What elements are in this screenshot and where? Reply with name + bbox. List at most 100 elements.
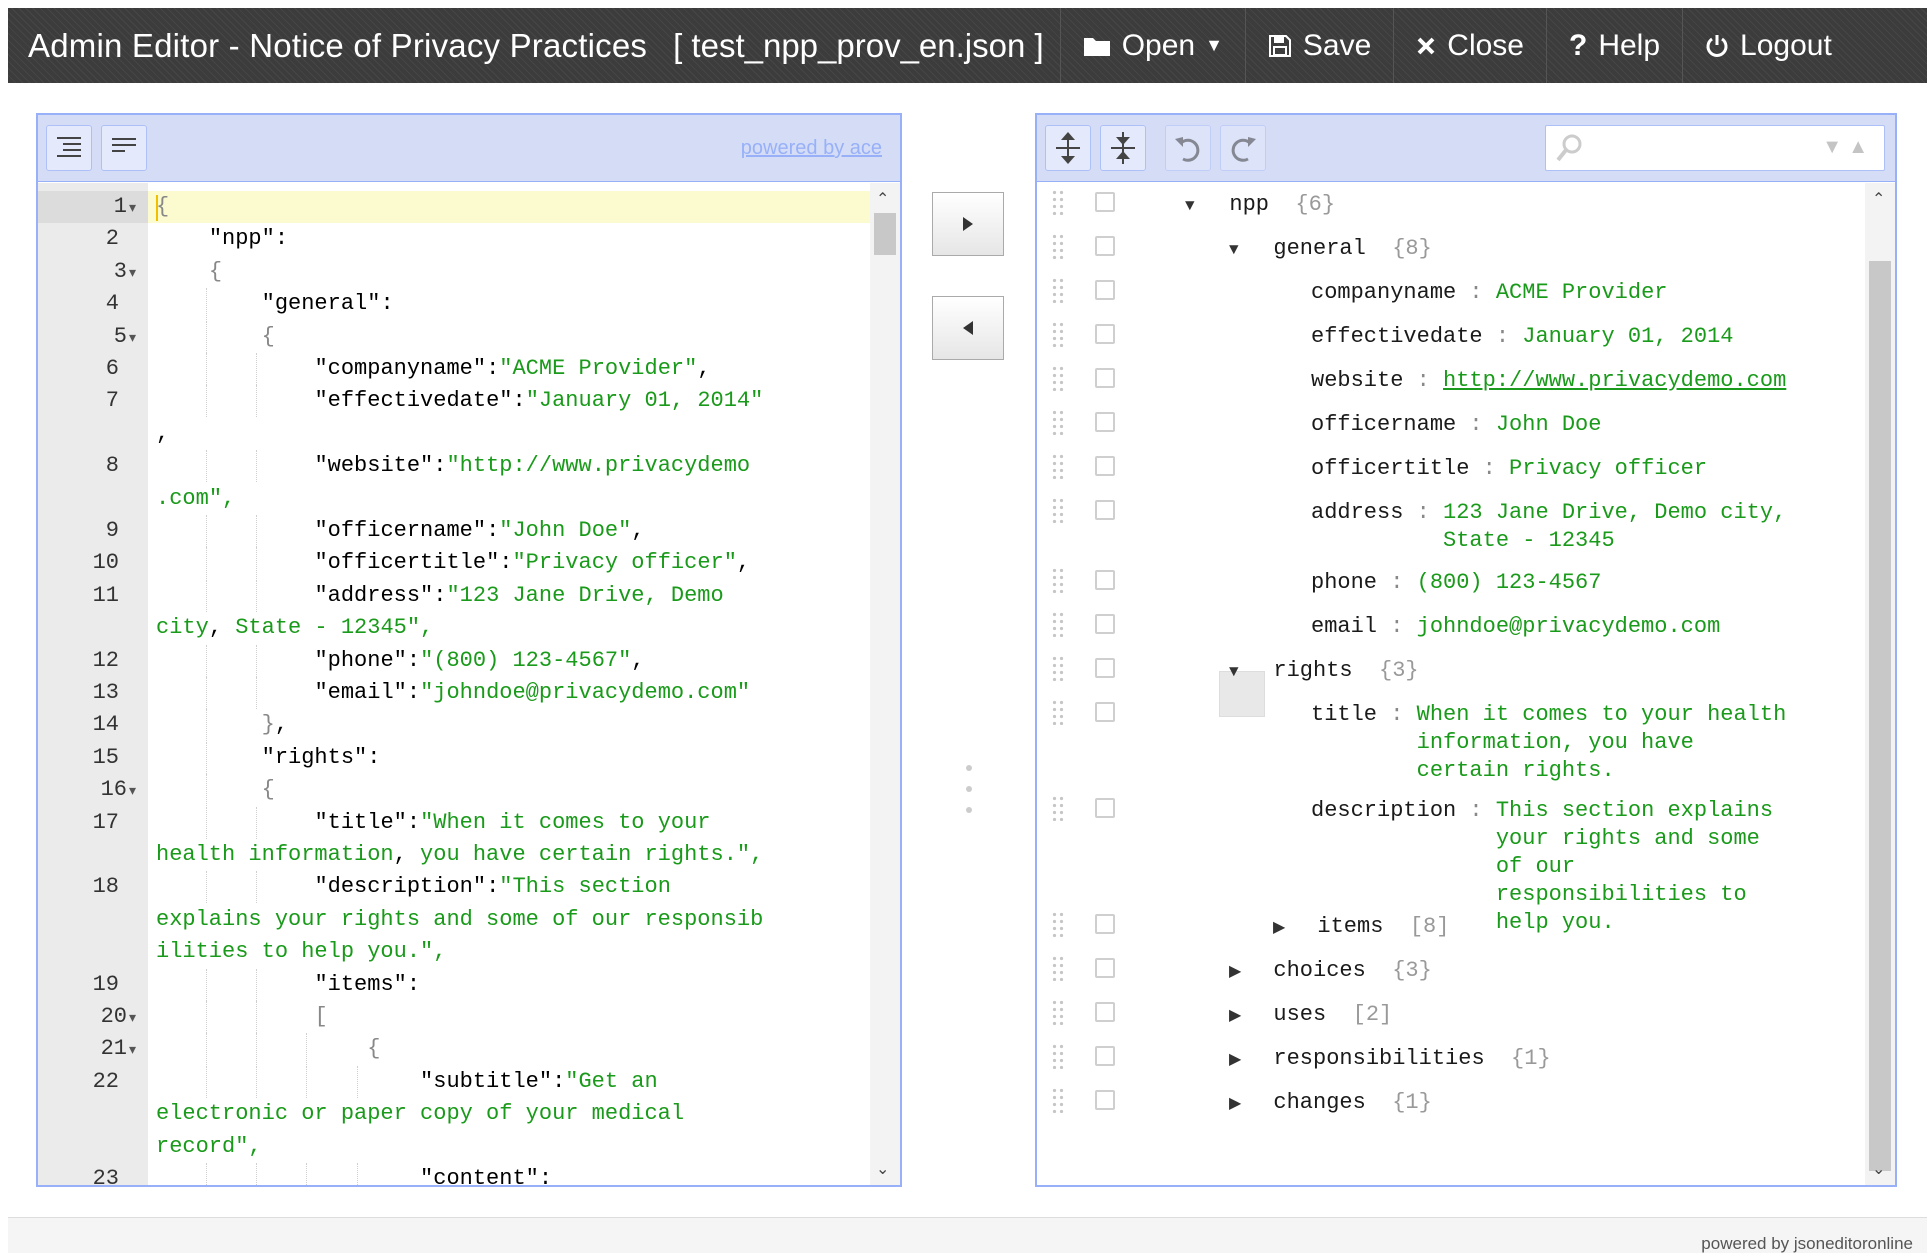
code-line[interactable]: explains your rights and some of our res… bbox=[148, 904, 870, 936]
field-key[interactable]: address bbox=[1311, 500, 1403, 525]
code-line[interactable]: "email":"johndoe@privacydemo.com" bbox=[148, 677, 870, 709]
tree-node-changes[interactable]: ▶ changes {1} bbox=[1037, 1083, 1865, 1123]
drag-handle-icon[interactable] bbox=[1051, 453, 1065, 479]
context-menu-icon[interactable] bbox=[1095, 236, 1115, 256]
context-menu-icon[interactable] bbox=[1095, 658, 1115, 678]
tree-scrollbar[interactable]: ⌃ ⌄ bbox=[1865, 183, 1895, 1185]
code-area[interactable]: 1 ▾ 2 3 ▾ 4 5 ▾ 6 7 8 9 10 11 12 13 14 15 16 ▾ 17 18 19 20 ▾ 21 ▾ 2… bbox=[38, 183, 900, 1185]
drag-handle-icon[interactable] bbox=[1051, 911, 1065, 937]
panel-splitter[interactable] bbox=[966, 765, 974, 815]
scroll-up-arrow-icon[interactable]: ⌃ bbox=[876, 189, 889, 209]
context-menu-icon[interactable] bbox=[1095, 368, 1115, 388]
tree-node-responsibilities[interactable]: ▶ responsibilities {1} bbox=[1037, 1039, 1865, 1079]
tree-node-npp[interactable]: ▼ npp {6} bbox=[1037, 185, 1865, 225]
code-line[interactable]: "items": bbox=[148, 968, 870, 1001]
drag-handle-icon[interactable] bbox=[1051, 321, 1065, 347]
context-menu-icon[interactable] bbox=[1095, 958, 1115, 978]
redo-button[interactable] bbox=[1220, 125, 1266, 171]
context-menu-icon[interactable] bbox=[1095, 412, 1115, 432]
field-value[interactable]: 123 Jane Drive, Demo city, State - 12345 bbox=[1443, 499, 1786, 555]
drag-handle-icon[interactable] bbox=[1051, 699, 1065, 725]
code-line[interactable]: "website":"http://www.privacydemo bbox=[148, 450, 870, 483]
tree-node-officername[interactable]: officername : John Doe bbox=[1037, 405, 1865, 445]
context-menu-icon[interactable] bbox=[1095, 192, 1115, 212]
tree-node-title[interactable]: title : When it comes to your health inf… bbox=[1037, 695, 1865, 783]
code-line[interactable]: [ bbox=[148, 1001, 870, 1033]
field-value[interactable]: http://www.privacydemo.com bbox=[1443, 367, 1786, 395]
tree-node-address[interactable]: address : 123 Jane Drive, Demo city, Sta… bbox=[1037, 493, 1865, 553]
code-line[interactable]: "npp": bbox=[148, 223, 870, 255]
copy-to-tree-button[interactable] bbox=[932, 192, 1004, 256]
context-menu-icon[interactable] bbox=[1095, 702, 1115, 722]
code-line[interactable]: "subtitle":"Get an bbox=[148, 1065, 870, 1098]
powered-by-ace-link[interactable]: powered by ace bbox=[741, 137, 882, 160]
expanded-triangle-icon[interactable]: ▼ bbox=[1229, 658, 1247, 686]
context-menu-icon[interactable] bbox=[1095, 324, 1115, 344]
tree-node-rights[interactable]: ▼ rights {3} bbox=[1037, 651, 1865, 691]
tree-node-officertitle[interactable]: officertitle : Privacy officer bbox=[1037, 449, 1865, 489]
drag-handle-icon[interactable] bbox=[1051, 409, 1065, 435]
expanded-triangle-icon[interactable]: ▼ bbox=[1229, 236, 1247, 264]
code-text[interactable]: { "npp": { "general": { "companyname":"A… bbox=[148, 183, 870, 1185]
tree-node-companyname[interactable]: companyname : ACME Provider bbox=[1037, 273, 1865, 313]
expanded-triangle-icon[interactable]: ▼ bbox=[1185, 192, 1203, 220]
code-line[interactable]: health information, you have certain rig… bbox=[148, 839, 870, 871]
tree-node-items[interactable]: ▶ items [8] bbox=[1037, 907, 1865, 947]
fold-arrow-icon[interactable]: ▾ bbox=[129, 201, 136, 217]
code-line[interactable]: city, State - 12345", bbox=[148, 612, 870, 644]
collapsed-triangle-icon[interactable]: ▶ bbox=[1273, 914, 1291, 942]
field-key[interactable]: email bbox=[1311, 614, 1377, 639]
tree-node-effectivedate[interactable]: effectivedate : January 01, 2014 bbox=[1037, 317, 1865, 357]
close-button[interactable]: Close bbox=[1393, 8, 1546, 83]
code-line[interactable]: "companyname":"ACME Provider", bbox=[148, 353, 870, 385]
compact-button[interactable] bbox=[101, 125, 147, 171]
code-line[interactable]: "officertitle":"Privacy officer", bbox=[148, 547, 870, 580]
save-button[interactable]: Save bbox=[1244, 8, 1393, 83]
context-menu-icon[interactable] bbox=[1095, 614, 1115, 634]
tree-node-choices[interactable]: ▶ choices {3} bbox=[1037, 951, 1865, 991]
logout-button[interactable]: Logout bbox=[1682, 8, 1854, 83]
context-menu-icon[interactable] bbox=[1095, 798, 1115, 818]
context-menu-icon[interactable] bbox=[1095, 1002, 1115, 1022]
code-line[interactable]: record", bbox=[148, 1131, 870, 1163]
code-line[interactable]: }, bbox=[148, 709, 870, 742]
context-menu-icon[interactable] bbox=[1095, 1046, 1115, 1066]
code-line[interactable]: ilities to help you.", bbox=[148, 936, 870, 968]
drag-handle-icon[interactable] bbox=[1051, 497, 1065, 523]
drag-handle-icon[interactable] bbox=[1051, 955, 1065, 981]
drag-handle-icon[interactable] bbox=[1051, 365, 1065, 391]
drag-handle-icon[interactable] bbox=[1051, 655, 1065, 681]
field-key[interactable]: changes bbox=[1273, 1090, 1365, 1115]
expand-all-button[interactable] bbox=[1045, 125, 1091, 171]
field-key[interactable]: effectivedate bbox=[1311, 324, 1483, 349]
code-line[interactable]: electronic or paper copy of your medical bbox=[148, 1098, 870, 1130]
field-key[interactable]: general bbox=[1273, 236, 1365, 261]
code-line[interactable]: { bbox=[148, 191, 870, 223]
field-value[interactable]: ACME Provider bbox=[1496, 279, 1668, 307]
collapsed-triangle-icon[interactable]: ▶ bbox=[1229, 1090, 1247, 1118]
drag-handle-icon[interactable] bbox=[1051, 1087, 1065, 1113]
tree-scroll-up-icon[interactable]: ⌃ bbox=[1872, 189, 1885, 209]
fold-arrow-icon[interactable]: ▾ bbox=[129, 331, 136, 347]
drag-handle-icon[interactable] bbox=[1051, 189, 1065, 215]
help-button[interactable]: ? Help bbox=[1546, 8, 1682, 83]
code-line[interactable]: "title":"When it comes to your bbox=[148, 806, 870, 839]
code-scroll-thumb[interactable] bbox=[874, 213, 896, 255]
code-line[interactable]: .com", bbox=[148, 483, 870, 515]
tree-search-box[interactable]: ▼ ▲ bbox=[1545, 125, 1885, 171]
drag-handle-icon[interactable] bbox=[1051, 233, 1065, 259]
collapse-all-button[interactable] bbox=[1100, 125, 1146, 171]
code-line[interactable]: { bbox=[148, 1033, 870, 1066]
code-scrollbar[interactable]: ⌃ ⌄ bbox=[870, 183, 900, 1185]
drag-handle-icon[interactable] bbox=[1051, 611, 1065, 637]
undo-button[interactable] bbox=[1165, 125, 1211, 171]
code-line[interactable]: "officername":"John Doe", bbox=[148, 515, 870, 547]
collapsed-triangle-icon[interactable]: ▶ bbox=[1229, 1002, 1247, 1030]
drag-handle-icon[interactable] bbox=[1051, 277, 1065, 303]
field-key[interactable]: uses bbox=[1273, 1002, 1326, 1027]
code-line[interactable]: "general": bbox=[148, 288, 870, 321]
json-tree[interactable]: ⌃ ⌄ ▼ npp {6} ▼ general {8} companyname : … bbox=[1037, 183, 1895, 1185]
code-line[interactable]: "address":"123 Jane Drive, Demo bbox=[148, 579, 870, 612]
code-line[interactable]: "rights": bbox=[148, 741, 870, 774]
drag-handle-icon[interactable] bbox=[1051, 567, 1065, 593]
